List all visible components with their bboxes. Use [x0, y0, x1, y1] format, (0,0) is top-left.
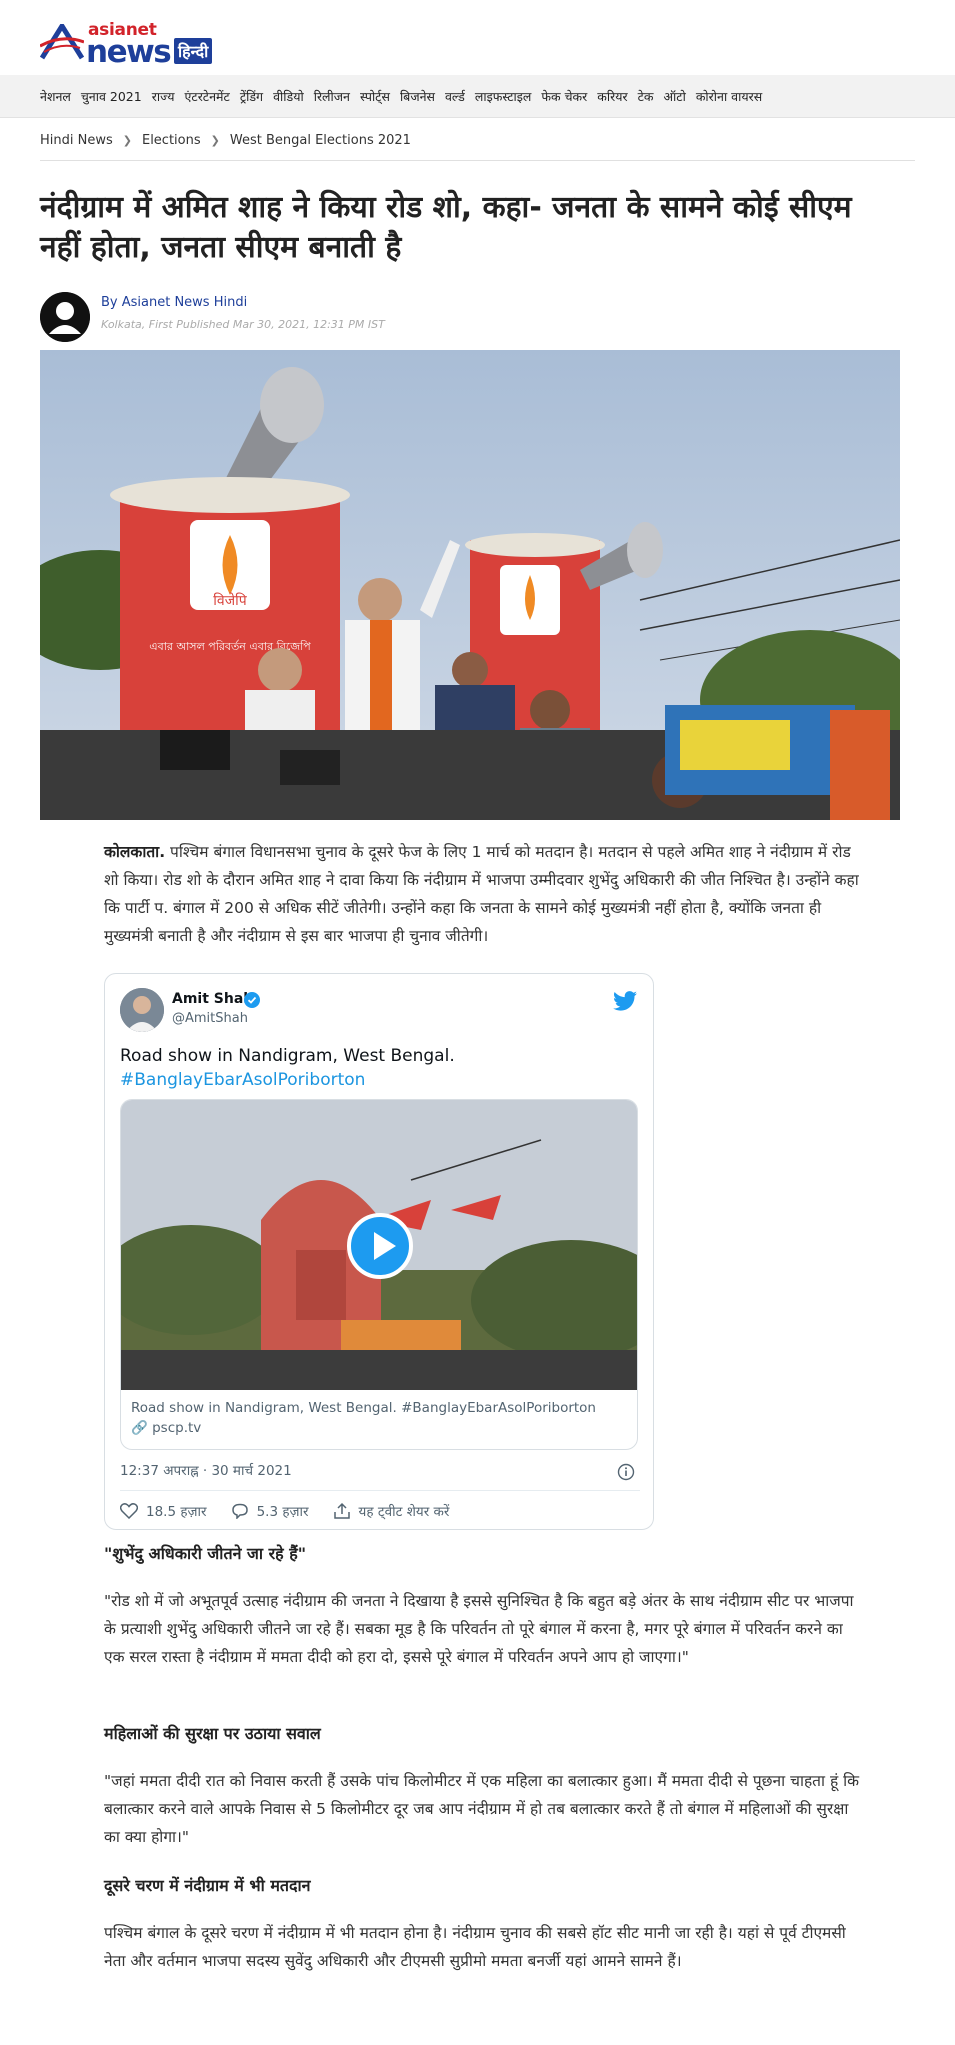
logo-mark-icon [40, 24, 84, 60]
author-name[interactable]: By Asianet News Hindi [101, 295, 247, 310]
author-avatar[interactable] [40, 292, 90, 342]
tweet-card-link[interactable]: 🔗 pscp.tv [131, 1420, 201, 1436]
article-paragraph-quote2: "जहां ममता दीदी रात को निवास करती हैं उस… [104, 1772, 860, 1846]
divider [40, 160, 915, 161]
divider [120, 1490, 640, 1491]
nav-item-business[interactable]: बिजनेस [400, 88, 435, 105]
chevron-right-icon: ❯ [122, 133, 132, 147]
nav-item-sports[interactable]: स्पोर्ट्स [360, 88, 390, 105]
nav-item-auto[interactable]: ऑटो [664, 88, 686, 105]
publish-meta: Kolkata, First Published Mar 30, 2021, 1… [101, 318, 385, 331]
nav-item-fact-checker[interactable]: फेक चेकर [541, 88, 587, 105]
tweet-text: Road show in Nandigram, West Bengal. #Ba… [120, 1044, 640, 1092]
tweet-body: Road show in Nandigram, West Bengal. [120, 1046, 455, 1066]
tweet-author-avatar[interactable] [120, 988, 164, 1032]
nav-item-national[interactable]: नेशनल [40, 88, 71, 105]
nav-item-tech[interactable]: टेक [638, 88, 654, 105]
nav-item-entertainment[interactable]: एंटरटेनमेंट [184, 88, 229, 105]
article-byline: By Asianet News Hindi Kolkata, First Pub… [40, 292, 540, 342]
tweet-actions: 18.5 हज़ार 5.3 हज़ार यह ट्वीट शेयर करें [120, 1500, 473, 1522]
dateline: कोलकाता. [104, 843, 166, 861]
like-count: 18.5 हज़ार [146, 1504, 207, 1520]
chevron-right-icon: ❯ [210, 133, 220, 147]
category-nav-list: नेशनल चुनाव 2021 राज्य एंटरटेनमेंट ट्रें… [40, 75, 772, 118]
share-icon [333, 1502, 350, 1519]
link-icon: 🔗 [131, 1420, 148, 1436]
banner-bjp-text: विजेपि [213, 592, 247, 609]
site-logo[interactable]: asianet news हिन्दी [40, 18, 230, 70]
article-title: नंदीग्राम में अमित शाह ने किया रोड शो, क… [40, 190, 852, 265]
tweet-author-handle[interactable]: @AmitShah [172, 1011, 248, 1026]
heart-icon [120, 1503, 138, 1519]
article-paragraph-second-phase: पश्चिम बंगाल के दूसरे चरण में नंदीग्राम … [104, 1924, 846, 1970]
share-action[interactable]: यह ट्वीट शेयर करें [333, 1502, 450, 1520]
breadcrumb-elections[interactable]: Elections [142, 133, 201, 148]
section-heading-suvendu: "शुभेंदु अधिकारी जीतने जा रहे हैं" [104, 1544, 307, 1563]
nav-item-religion[interactable]: रिलीजन [314, 88, 350, 105]
share-label: यह ट्वीट शेयर करें [358, 1504, 450, 1520]
category-nav: नेशनल चुनाव 2021 राज्य एंटरटेनमेंट ट्रें… [0, 75, 955, 118]
play-button-icon[interactable] [347, 1213, 413, 1279]
breadcrumb-west-bengal-elections[interactable]: West Bengal Elections 2021 [230, 133, 411, 148]
info-icon[interactable] [617, 1463, 635, 1481]
like-action[interactable]: 18.5 हज़ार [120, 1502, 207, 1520]
tweet-card-domain[interactable]: pscp.tv [152, 1420, 201, 1436]
reply-bubble-icon [231, 1503, 248, 1519]
nav-item-elections[interactable]: चुनाव 2021 [81, 88, 142, 105]
nav-item-career[interactable]: करियर [597, 88, 627, 105]
nav-item-video[interactable]: वीडियो [273, 88, 304, 105]
breadcrumb-hindi-news[interactable]: Hindi News [40, 133, 113, 148]
embedded-tweet[interactable]: Amit Shah @AmitShah Road show in Nandigr… [104, 973, 654, 1530]
article-paragraph-quote1: "रोड शो में जो अभूतपूर्व उत्साह नंदीग्रा… [104, 1592, 854, 1666]
section-heading-women-safety: महिलाओं की सुरक्षा पर उठाया सवाल [104, 1724, 321, 1743]
tweet-video-thumbnail[interactable] [121, 1100, 637, 1390]
nav-item-trending[interactable]: ट्रेंडिंग [240, 88, 263, 105]
profile-photo [120, 988, 164, 1032]
site-header: asianet news हिन्दी [0, 0, 955, 75]
road-show-photo: विजेपि এবার আসল পরিবর্তন এবার বিজেপি [40, 350, 900, 820]
tweet-timestamp[interactable]: 12:37 अपराह्न · 30 मार्च 2021 [120, 1461, 292, 1479]
nav-item-world[interactable]: वर्ल्ड [445, 88, 465, 105]
nav-item-coronavirus[interactable]: कोरोना वायरस [696, 88, 762, 105]
twitter-bird-icon[interactable] [613, 991, 637, 1011]
reply-action[interactable]: 5.3 हज़ार [231, 1502, 309, 1520]
verified-badge-icon [244, 992, 260, 1008]
tweet-author-name[interactable]: Amit Shah [172, 991, 253, 1007]
tweet-hashtag-link[interactable]: #BanglayEbarAsolPoriborton [120, 1068, 640, 1092]
nav-item-lifestyle[interactable]: लाइफस्टाइल [475, 88, 532, 105]
lead-text: पश्चिम बंगाल विधानसभा चुनाव के दूसरे फेज… [104, 843, 859, 945]
breadcrumb: Hindi News ❯ Elections ❯ West Bengal Ele… [40, 130, 411, 150]
reply-count: 5.3 हज़ार [256, 1504, 309, 1520]
article-lead-paragraph: कोलकाता. पश्चिम बंगाल विधानसभा चुनाव के … [104, 838, 866, 950]
tweet-card-title: Road show in Nandigram, West Bengal. #Ba… [131, 1400, 596, 1416]
hero-image: विजेपि এবার আসল পরিবর্তন এবার বিজেপি [40, 350, 900, 820]
tweet-media-card[interactable]: Road show in Nandigram, West Bengal. #Ba… [120, 1099, 638, 1450]
logo-text-news: news [86, 34, 172, 70]
logo-text-hindi: हिन्दी [174, 38, 213, 64]
section-heading-second-phase: दूसरे चरण में नंदीग्राम में भी मतदान [104, 1876, 311, 1895]
nav-item-states[interactable]: राज्य [152, 88, 175, 105]
user-silhouette-icon [40, 292, 90, 342]
